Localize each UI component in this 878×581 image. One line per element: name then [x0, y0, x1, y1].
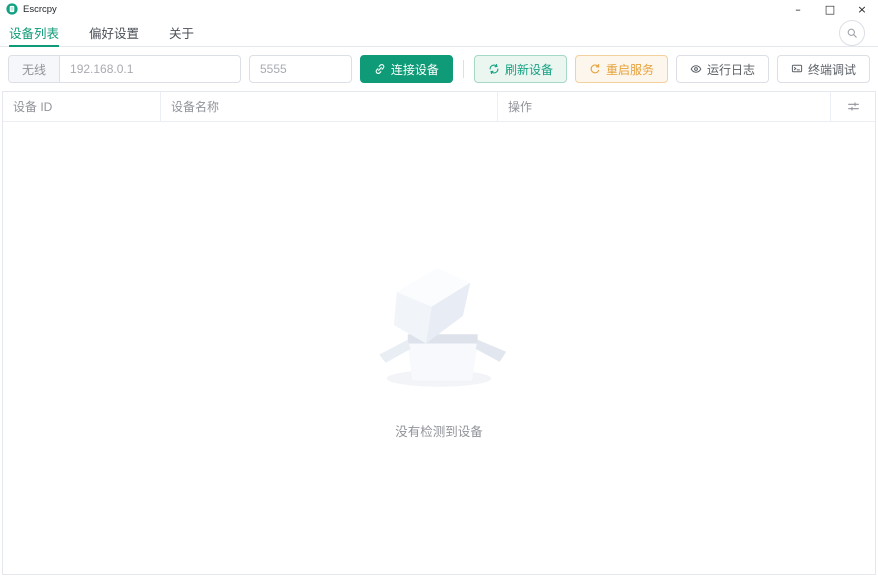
table-header-row: 设备 ID 设备名称 操作	[3, 92, 875, 122]
port-input[interactable]	[249, 55, 352, 83]
host-input[interactable]	[60, 56, 240, 82]
title-bar: Escrcpy – □ ×	[0, 0, 878, 18]
device-table: 设备 ID 设备名称 操作 没有检测到设备	[2, 91, 876, 575]
tab-bar: 设备列表 偏好设置 关于	[0, 18, 878, 47]
minimize-button[interactable]: –	[782, 0, 814, 18]
app-window: Escrcpy – □ × 设备列表 偏好设置 关于 无线 192.168.0.…	[0, 0, 878, 581]
connect-device-button[interactable]: 连接设备	[359, 55, 453, 83]
connection-mode-select[interactable]: 无线	[9, 56, 61, 82]
tab-about[interactable]: 关于	[169, 18, 194, 46]
maximize-button[interactable]: □	[814, 0, 846, 18]
window-title: Escrcpy	[23, 3, 57, 15]
app-logo-icon	[6, 3, 18, 15]
terminal-icon	[791, 64, 803, 73]
search-button[interactable]	[839, 20, 865, 46]
run-logs-label: 运行日志	[706, 62, 755, 77]
empty-state-text: 没有检测到设备	[395, 424, 483, 439]
refresh-devices-button[interactable]: 刷新设备	[473, 55, 567, 83]
table-body: 没有检测到设备	[3, 122, 875, 574]
run-logs-button[interactable]: 运行日志	[675, 55, 769, 83]
column-header-device-id: 设备 ID	[3, 92, 161, 121]
refresh-icon	[489, 63, 499, 75]
refresh-devices-label: 刷新设备	[504, 62, 553, 77]
eye-icon	[690, 65, 702, 73]
window-controls: – □ ×	[782, 0, 878, 18]
restart-icon	[590, 63, 600, 74]
sliders-icon	[847, 102, 859, 111]
tab-device-list[interactable]: 设备列表	[9, 18, 60, 47]
restart-service-label: 重启服务	[605, 62, 654, 77]
column-settings-button[interactable]	[831, 92, 875, 121]
terminal-debug-label: 终端调试	[807, 62, 856, 77]
column-header-device-name: 设备名称	[161, 92, 498, 121]
search-icon	[847, 28, 857, 38]
connection-toolbar: 无线 连接设备 刷新设备 重启服	[0, 47, 878, 91]
connect-device-label: 连接设备	[390, 62, 439, 77]
column-header-actions: 操作	[498, 92, 831, 121]
empty-box-icon	[379, 267, 507, 387]
tab-preferences[interactable]: 偏好设置	[89, 18, 139, 46]
restart-service-button[interactable]: 重启服务	[574, 55, 668, 83]
toolbar-divider	[462, 60, 464, 78]
host-input-group: 无线	[8, 55, 241, 83]
close-button[interactable]: ×	[846, 0, 878, 18]
terminal-debug-button[interactable]: 终端调试	[776, 55, 870, 83]
link-icon	[375, 64, 385, 74]
